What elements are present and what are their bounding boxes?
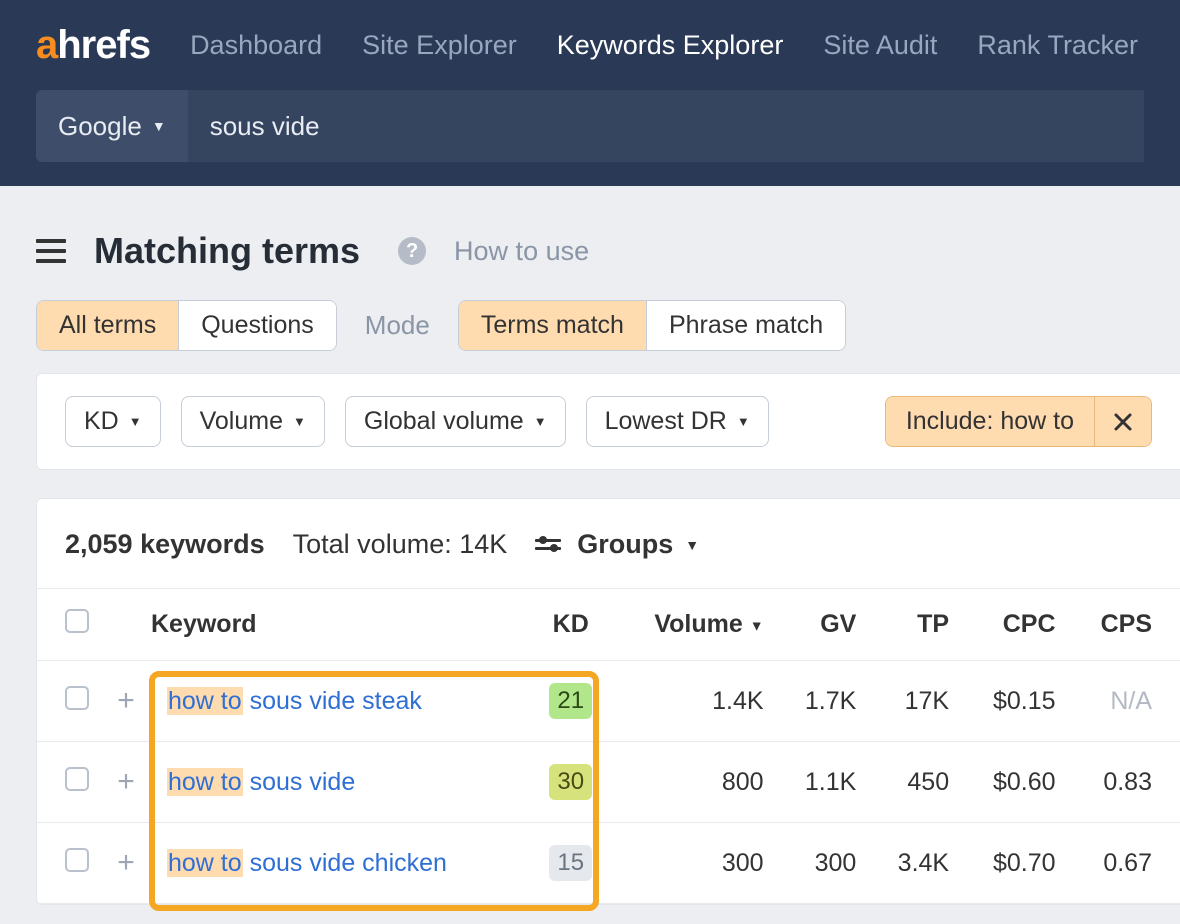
filter-kd[interactable]: KD ▼ — [65, 396, 161, 447]
nav-row-search: Google ▼ sous vide — [0, 90, 1180, 162]
col-checkbox — [37, 589, 101, 661]
col-cpc[interactable]: CPC — [961, 589, 1067, 661]
row-checkbox[interactable] — [65, 767, 89, 791]
help-icon[interactable]: ? — [398, 237, 426, 265]
cell-cps: 0.83 — [1068, 742, 1180, 823]
page-header: Matching terms ? How to use — [0, 186, 1180, 300]
mode-terms-match[interactable]: Terms match — [459, 301, 647, 350]
sliders-icon — [535, 539, 561, 550]
filter-volume[interactable]: Volume ▼ — [181, 396, 325, 447]
hamburger-menu-icon[interactable] — [36, 239, 66, 263]
top-navbar: ahrefs Dashboard Site Explorer Keywords … — [0, 0, 1180, 186]
keywords-table: Keyword KD Volume ▼ GV TP CPC CPS + how t… — [37, 589, 1180, 904]
search-engine-select[interactable]: Google ▼ — [36, 90, 188, 162]
col-kd[interactable]: KD — [530, 589, 612, 661]
expand-row-button[interactable]: + — [101, 823, 151, 904]
chevron-down-icon: ▼ — [685, 537, 699, 553]
chevron-down-icon: ▼ — [737, 414, 750, 429]
filter-lowest-dr[interactable]: Lowest DR ▼ — [586, 396, 769, 447]
keyword-link[interactable]: how to sous vide chicken — [167, 849, 447, 877]
filter-panel: KD ▼ Volume ▼ Global volume ▼ Lowest DR … — [36, 373, 1180, 470]
col-volume-label: Volume — [654, 610, 742, 638]
cell-volume: 300 — [612, 823, 776, 904]
filter-global-volume-label: Global volume — [364, 407, 524, 436]
keyword-search-input[interactable]: sous vide — [188, 90, 1144, 162]
cell-gv: 1.7K — [776, 661, 869, 742]
cell-cps: 0.67 — [1068, 823, 1180, 904]
filter-include-label[interactable]: Include: how to — [886, 397, 1094, 446]
row-checkbox[interactable] — [65, 848, 89, 872]
cell-cps: N/A — [1068, 661, 1180, 742]
nav-site-explorer[interactable]: Site Explorer — [362, 30, 517, 61]
keyword-highlight: how to — [167, 768, 243, 796]
kd-badge: 15 — [549, 845, 592, 881]
nav-row-primary: ahrefs Dashboard Site Explorer Keywords … — [0, 0, 1180, 90]
cell-gv: 1.1K — [776, 742, 869, 823]
groups-label: Groups — [577, 529, 673, 560]
cell-cpc: $0.70 — [961, 823, 1067, 904]
sort-desc-icon: ▼ — [750, 617, 764, 633]
keyword-highlight: how to — [167, 849, 243, 877]
cell-cpc: $0.15 — [961, 661, 1067, 742]
terms-tabs-group: All terms Questions — [36, 300, 337, 351]
nav-keywords-explorer[interactable]: Keywords Explorer — [557, 30, 784, 61]
cell-tp: 17K — [868, 661, 961, 742]
filter-kd-label: KD — [84, 407, 119, 436]
expand-row-button[interactable]: + — [101, 661, 151, 742]
cell-volume: 800 — [612, 742, 776, 823]
cell-gv: 300 — [776, 823, 869, 904]
chevron-down-icon: ▼ — [129, 414, 142, 429]
results-panel: 2,059 keywords Total volume: 14K Groups … — [36, 498, 1180, 905]
filter-volume-label: Volume — [200, 407, 283, 436]
cell-cpc: $0.60 — [961, 742, 1067, 823]
chevron-down-icon: ▼ — [293, 414, 306, 429]
how-to-use-link[interactable]: How to use — [454, 236, 589, 267]
filter-global-volume[interactable]: Global volume ▼ — [345, 396, 566, 447]
segmented-controls-row: All terms Questions Mode Terms match Phr… — [0, 300, 1180, 373]
cell-tp: 3.4K — [868, 823, 961, 904]
tab-all-terms[interactable]: All terms — [37, 301, 179, 350]
table-row: + how to sous vide steak 21 1.4K1.7K17K$0.1… — [37, 661, 1180, 742]
results-stats-row: 2,059 keywords Total volume: 14K Groups … — [37, 499, 1180, 589]
filter-include-chip: Include: how to — [885, 396, 1152, 447]
total-volume: Total volume: 14K — [293, 529, 508, 560]
cell-volume: 1.4K — [612, 661, 776, 742]
keyword-highlight: how to — [167, 687, 243, 715]
mode-phrase-match[interactable]: Phrase match — [647, 301, 845, 350]
chevron-down-icon: ▼ — [534, 414, 547, 429]
col-keyword[interactable]: Keyword — [151, 589, 530, 661]
search-engine-label: Google — [58, 111, 142, 142]
mode-label: Mode — [365, 310, 430, 341]
kd-badge: 30 — [549, 764, 592, 800]
nav-rank-tracker[interactable]: Rank Tracker — [977, 30, 1138, 61]
table-row: +how to sous vide chicken153003003.4K$0.… — [37, 823, 1180, 904]
keyword-link[interactable]: how to sous vide steak — [167, 687, 422, 715]
ahrefs-logo[interactable]: ahrefs — [36, 23, 150, 68]
filter-include-remove-button[interactable] — [1094, 397, 1151, 446]
table-row: + how to sous vide 30 8001.1K450$0.600.83 — [37, 742, 1180, 823]
match-mode-group: Terms match Phrase match — [458, 300, 846, 351]
col-cps[interactable]: CPS — [1068, 589, 1180, 661]
col-volume[interactable]: Volume ▼ — [612, 589, 776, 661]
close-icon — [1113, 412, 1133, 432]
filter-lowest-dr-label: Lowest DR — [605, 407, 727, 436]
nav-site-audit[interactable]: Site Audit — [823, 30, 937, 61]
col-gv[interactable]: GV — [776, 589, 869, 661]
nav-dashboard[interactable]: Dashboard — [190, 30, 322, 61]
groups-toggle[interactable]: Groups ▼ — [535, 529, 699, 560]
kd-badge: 21 — [549, 683, 592, 719]
page-title: Matching terms — [94, 230, 360, 272]
select-all-checkbox[interactable] — [65, 609, 89, 633]
keyword-link[interactable]: how to sous vide — [167, 768, 355, 796]
keyword-count: 2,059 keywords — [65, 529, 265, 560]
col-tp[interactable]: TP — [868, 589, 961, 661]
chevron-down-icon: ▼ — [152, 118, 166, 134]
keyword-search-value: sous vide — [210, 111, 320, 142]
cell-tp: 450 — [868, 742, 961, 823]
tab-questions[interactable]: Questions — [179, 301, 336, 350]
row-checkbox[interactable] — [65, 686, 89, 710]
expand-row-button[interactable]: + — [101, 742, 151, 823]
